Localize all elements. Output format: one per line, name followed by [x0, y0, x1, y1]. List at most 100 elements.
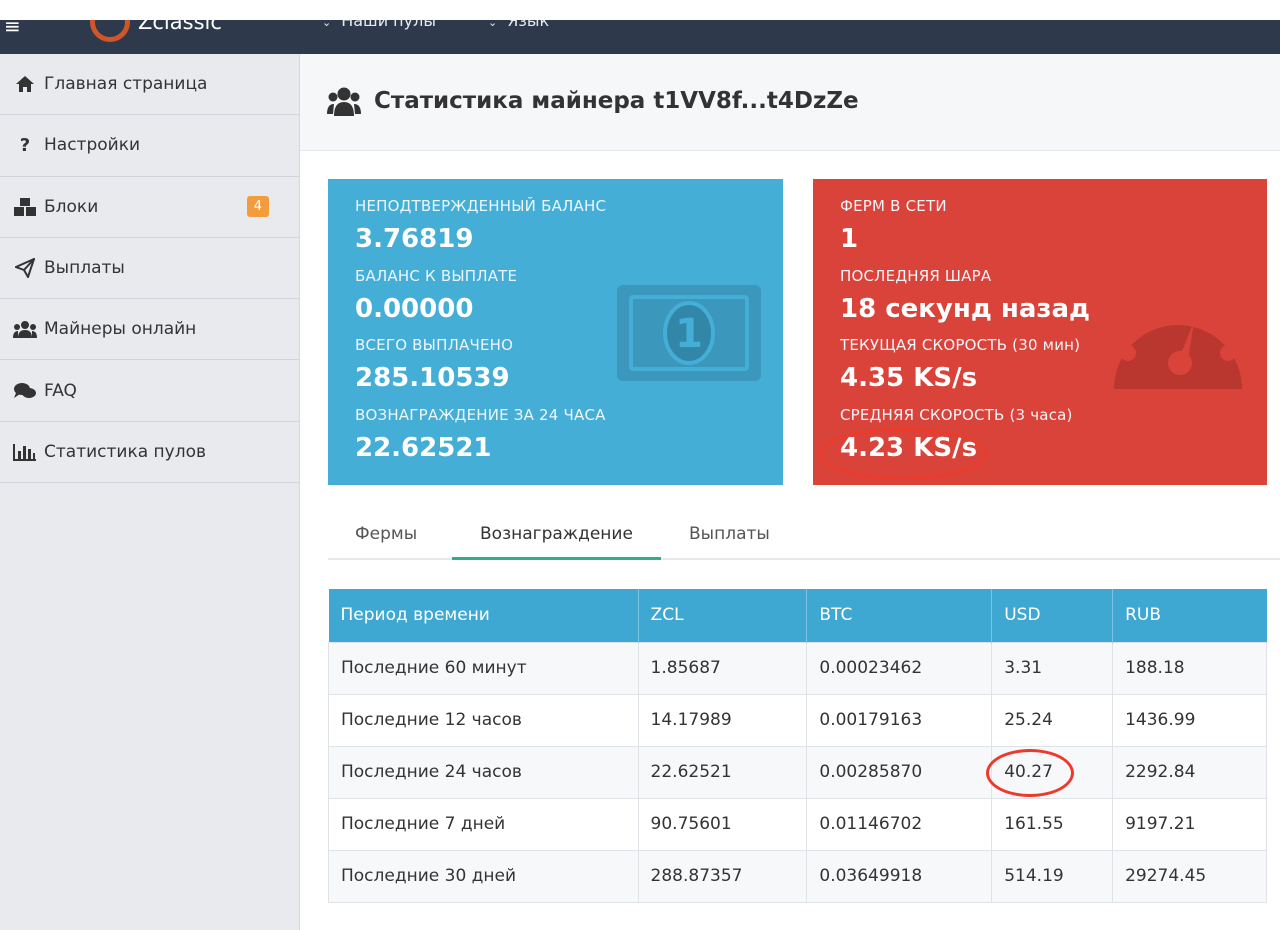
- reward-24h-label: ВОЗНАГРАЖДЕНИЕ ЗА 24 ЧАСА: [355, 406, 606, 424]
- zclassic-logo-icon[interactable]: [90, 20, 130, 42]
- question-icon: ?: [19, 134, 31, 156]
- table-row: Последние 60 минут 1.85687 0.00023462 3.…: [328, 641, 1267, 695]
- page-header: Статистика майнера t1VV8f...t4DzZe: [300, 54, 1280, 151]
- stats-tabs: Фермы Вознаграждение Выплаты: [328, 510, 1280, 560]
- cell-zcl: 288.87357: [637, 849, 808, 903]
- cell-period: Последние 60 минут: [328, 641, 639, 695]
- menu-toggle-icon[interactable]: ≡: [4, 20, 21, 38]
- rewards-table: Период времени ZCL BTC USD RUB Последние…: [328, 589, 1267, 903]
- unconfirmed-balance-value: 3.76819: [355, 224, 474, 254]
- sidebar-item-label: Майнеры онлайн: [44, 319, 197, 340]
- farms-online-label: ФЕРМ В СЕТИ: [840, 197, 947, 215]
- sidebar-item-faq[interactable]: FAQ: [0, 360, 299, 422]
- column-header-period: Период времени: [328, 589, 639, 642]
- balance-card: 1 НЕПОДТВЕРЖДЕННЫЙ БАЛАНС 3.76819 БАЛАНС…: [328, 179, 783, 485]
- table-row: Последние 12 часов 14.17989 0.00179163 2…: [328, 693, 1267, 747]
- top-strip: [0, 0, 1280, 20]
- highlight-circle-annotation: [986, 749, 1074, 797]
- cell-usd: 25.24: [991, 693, 1114, 747]
- speedometer-icon: [1114, 295, 1242, 389]
- table-header-row: Период времени ZCL BTC USD RUB: [328, 589, 1267, 642]
- nav-language-label: Язык: [507, 20, 550, 30]
- current-speed-value: 4.35 KS/s: [840, 363, 978, 393]
- blocks-count-badge: 4: [246, 195, 269, 217]
- average-speed-label: СРЕДНЯЯ СКОРОСТЬ (3 часа): [840, 406, 1073, 424]
- sidebar-item-miners-online[interactable]: Майнеры онлайн: [0, 299, 299, 361]
- nav-our-pools[interactable]: ⌄ Наши пулы: [322, 20, 436, 30]
- sidebar: Главная страница ? Настройки Блоки 4 Вып…: [0, 54, 300, 930]
- cell-rub: 1436.99: [1112, 693, 1267, 747]
- chevron-down-icon: ⌄: [488, 20, 498, 29]
- column-header-zcl: ZCL: [638, 589, 808, 642]
- cell-zcl: 14.17989: [637, 693, 808, 747]
- cell-rub: 9197.21: [1112, 797, 1267, 851]
- sidebar-item-label: Блоки: [44, 196, 99, 217]
- reward-24h-value: 22.62521: [355, 433, 492, 463]
- cell-zcl: 1.85687: [637, 641, 808, 695]
- cell-zcl: 90.75601: [637, 797, 808, 851]
- total-paid-label: ВСЕГО ВЫПЛАЧЕНО: [355, 336, 514, 354]
- cell-btc: 0.00179163: [806, 693, 993, 747]
- cell-usd: 514.19: [991, 849, 1114, 903]
- column-header-rub: RUB: [1112, 589, 1267, 642]
- tab-payouts[interactable]: Выплаты: [689, 524, 770, 560]
- table-row: Последние 7 дней 90.75601 0.01146702 161…: [328, 797, 1267, 851]
- sidebar-item-label: Настройки: [44, 135, 141, 156]
- home-icon: [12, 75, 38, 93]
- cell-rub: 188.18: [1112, 641, 1267, 695]
- users-icon: [327, 86, 361, 120]
- cell-rub: 2292.84: [1112, 745, 1267, 799]
- cell-btc: 0.00285870: [806, 745, 993, 799]
- total-paid-value: 285.10539: [355, 363, 510, 393]
- sidebar-item-settings[interactable]: ? Настройки: [0, 115, 299, 177]
- bar-chart-icon: [12, 443, 38, 461]
- sidebar-item-pool-stats[interactable]: Статистика пулов: [0, 422, 299, 484]
- tab-rewards[interactable]: Вознаграждение: [452, 524, 661, 560]
- sidebar-item-label: FAQ: [44, 380, 77, 401]
- cell-usd: 3.31: [991, 641, 1114, 695]
- sidebar-item-label: Выплаты: [44, 258, 125, 279]
- cell-usd: 161.55: [991, 797, 1114, 851]
- cell-btc: 0.03649918: [806, 849, 993, 903]
- cell-zcl: 22.62521: [637, 745, 808, 799]
- svg-text:1: 1: [675, 311, 703, 357]
- payable-balance-label: БАЛАНС К ВЫПЛАТЕ: [355, 267, 518, 285]
- sidebar-item-label: Главная страница: [44, 74, 208, 95]
- farms-online-value: 1: [840, 224, 859, 254]
- payable-balance-value: 0.00000: [355, 294, 474, 324]
- cell-period: Последние 7 дней: [328, 797, 639, 851]
- sidebar-item-payouts[interactable]: Выплаты: [0, 238, 299, 300]
- cell-btc: 0.01146702: [806, 797, 993, 851]
- cell-period: Последние 30 дней: [328, 849, 639, 903]
- sidebar-item-home[interactable]: Главная страница: [0, 54, 299, 116]
- last-share-value: 18 секунд назад: [840, 294, 1091, 324]
- top-navbar: ≡ Zclassic ⌄ Наши пулы ⌄ Язык: [0, 20, 1280, 54]
- cell-period: Последние 24 часов: [328, 745, 639, 799]
- money-bill-icon: 1: [617, 285, 761, 381]
- last-share-label: ПОСЛЕДНЯЯ ШАРА: [840, 267, 992, 285]
- column-header-btc: BTC: [806, 589, 993, 642]
- cubes-icon: [12, 197, 38, 217]
- current-speed-label: ТЕКУЩАЯ СКОРОСТЬ (30 мин): [840, 336, 1081, 354]
- users-icon: [12, 320, 38, 339]
- sidebar-item-label: Статистика пулов: [44, 441, 206, 462]
- comments-icon: [12, 382, 38, 400]
- nav-language[interactable]: ⌄ Язык: [488, 20, 549, 30]
- paper-plane-icon: [12, 258, 38, 279]
- cell-btc: 0.00023462: [806, 641, 993, 695]
- farm-stats-card: ФЕРМ В СЕТИ 1 ПОСЛЕДНЯЯ ШАРА 18 секунд н…: [813, 179, 1267, 485]
- tab-farms[interactable]: Фермы: [355, 524, 417, 560]
- table-row: Последние 30 дней 288.87357 0.03649918 5…: [328, 849, 1267, 903]
- nav-our-pools-label: Наши пулы: [341, 20, 436, 30]
- table-row: Последние 24 часов 22.62521 0.00285870 4…: [328, 745, 1267, 799]
- cell-rub: 29274.45: [1112, 849, 1267, 903]
- page-title: Статистика майнера t1VV8f...t4DzZe: [374, 88, 859, 114]
- cell-period: Последние 12 часов: [328, 693, 639, 747]
- column-header-usd: USD: [991, 589, 1114, 642]
- brand-name[interactable]: Zclassic: [138, 20, 222, 34]
- unconfirmed-balance-label: НЕПОДТВЕРЖДЕННЫЙ БАЛАНС: [355, 197, 607, 215]
- main-content: Статистика майнера t1VV8f...t4DzZe 1 НЕП…: [300, 54, 1280, 930]
- sidebar-item-blocks[interactable]: Блоки 4: [0, 177, 299, 238]
- highlight-circle-annotation: [819, 428, 987, 480]
- chevron-down-icon: ⌄: [322, 20, 332, 29]
